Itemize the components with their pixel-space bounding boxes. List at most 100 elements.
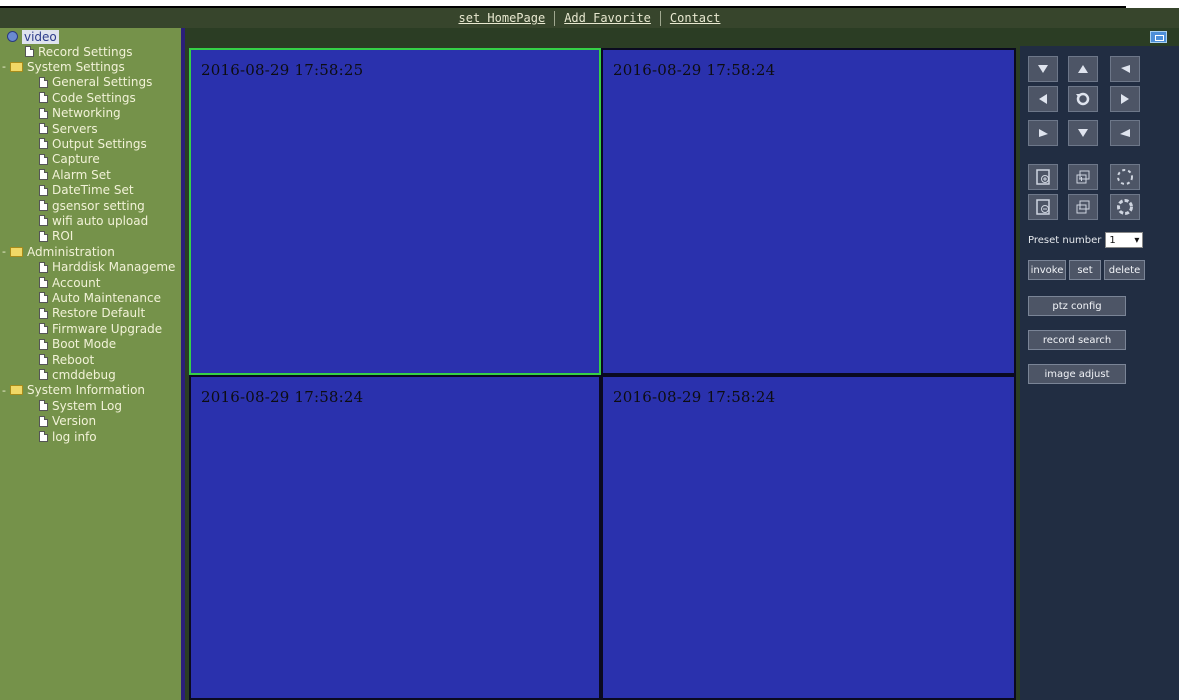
sidebar-item-label: log info <box>52 429 97 444</box>
iris-open-button[interactable] <box>1110 164 1140 190</box>
sidebar-item[interactable]: Alarm Set <box>39 167 111 182</box>
document-icon <box>39 307 48 319</box>
sidebar-item[interactable]: Version <box>39 414 96 429</box>
arrow-up-left-icon <box>1120 129 1130 137</box>
preset-number-select[interactable]: 1 ▾ <box>1105 232 1144 248</box>
sidebar-item[interactable]: System Log <box>39 398 122 413</box>
iris-close-button[interactable] <box>1110 194 1140 220</box>
document-icon <box>39 169 48 181</box>
sidebar-item[interactable]: Output Settings <box>39 136 147 151</box>
zoom-out-icon <box>1036 199 1050 215</box>
folder-icon <box>10 385 23 396</box>
invoke-button[interactable]: invoke <box>1028 260 1066 280</box>
sidebar-item-label: System Information <box>27 383 146 398</box>
tree-root-video[interactable]: video <box>7 29 59 44</box>
record-search-button[interactable]: record search <box>1028 330 1126 350</box>
sidebar-item-label: Restore Default <box>52 306 146 321</box>
set-button[interactable]: set <box>1069 260 1101 280</box>
pane-timestamp: 2016-08-29 17:58:24 <box>613 61 776 79</box>
video-area-header <box>185 28 1020 46</box>
pan-up-right-button[interactable] <box>1110 56 1140 82</box>
focus-near-button[interactable] <box>1068 164 1098 190</box>
sidebar-item[interactable]: Code Settings <box>39 90 136 105</box>
sidebar-item[interactable]: - System Settings <box>2 59 125 74</box>
focus-far-button[interactable] <box>1068 194 1098 220</box>
pan-left-button[interactable] <box>1028 86 1058 112</box>
image-adjust-button[interactable]: image adjust <box>1028 364 1126 384</box>
sidebar-item[interactable]: Restore Default <box>39 306 145 321</box>
sidebar-item[interactable]: Account <box>39 275 100 290</box>
collapse-toggle-icon[interactable]: - <box>2 60 6 73</box>
sidebar-item[interactable]: DateTime Set <box>39 183 134 198</box>
sidebar-item[interactable]: - Administration <box>2 244 115 259</box>
arrow-left-icon <box>1039 94 1047 104</box>
sidebar-item-label: gsensor setting <box>52 198 145 213</box>
iris-open-icon <box>1117 169 1133 185</box>
contact-link[interactable]: Contact <box>661 11 730 25</box>
sidebar-item[interactable]: Capture <box>39 152 100 167</box>
video-pane-3[interactable]: 2016-08-29 17:58:24 <box>189 375 601 700</box>
sidebar-item[interactable]: Record Settings <box>25 44 133 59</box>
sidebar-item-label: wifi auto upload <box>52 213 149 228</box>
sidebar-item[interactable]: gsensor setting <box>39 198 145 213</box>
pan-down-right-button[interactable] <box>1110 120 1140 146</box>
fullscreen-icon[interactable] <box>1150 31 1167 43</box>
ptz-control-panel: Preset number 1 ▾ invoke set delete ptz … <box>1020 28 1179 700</box>
focus-near-icon <box>1076 170 1090 184</box>
arrow-up-icon <box>1078 65 1088 73</box>
folder-icon <box>10 246 23 257</box>
zoom-out-button[interactable] <box>1028 194 1058 220</box>
preset-row: Preset number 1 ▾ <box>1028 232 1144 248</box>
collapse-toggle-icon[interactable]: - <box>2 245 6 258</box>
tilt-down-button[interactable] <box>1068 120 1098 146</box>
pan-down-left-button[interactable] <box>1028 120 1058 146</box>
sidebar-item-label: Reboot <box>52 352 95 367</box>
sidebar-item-label: Account <box>52 275 101 290</box>
ptz-config-button[interactable]: ptz config <box>1028 296 1126 316</box>
arrow-down-icon <box>1078 129 1088 137</box>
top-nav-bar: set HomePage Add Favorite Contact <box>0 8 1179 28</box>
auto-rotate-button[interactable] <box>1068 86 1098 112</box>
focus-far-icon <box>1076 200 1090 214</box>
sidebar-item[interactable]: Reboot <box>39 352 94 367</box>
tilt-up-button[interactable] <box>1068 56 1098 82</box>
preset-value: 1 <box>1109 234 1116 246</box>
document-icon <box>39 107 48 119</box>
set-homepage-link[interactable]: set HomePage <box>450 11 555 25</box>
video-pane-1[interactable]: 2016-08-29 17:58:25 <box>189 48 601 375</box>
sidebar-item[interactable]: Firmware Upgrade <box>39 321 162 336</box>
document-icon <box>39 138 48 150</box>
pan-up-left-button[interactable] <box>1028 56 1058 82</box>
sidebar-item[interactable]: - System Information <box>2 383 146 398</box>
sidebar-item-label: Harddisk Manageme <box>52 260 176 275</box>
sidebar-item[interactable]: Harddisk Manageme <box>39 260 175 275</box>
document-icon <box>39 92 48 104</box>
sidebar-item[interactable]: wifi auto upload <box>39 213 148 228</box>
add-favorite-link[interactable]: Add Favorite <box>555 11 660 25</box>
arrow-up-right-icon <box>1039 129 1048 137</box>
delete-button[interactable]: delete <box>1104 260 1145 280</box>
pan-right-button[interactable] <box>1110 86 1140 112</box>
sidebar-item-label: System Settings <box>27 59 125 74</box>
folder-icon <box>10 61 23 72</box>
sidebar-item[interactable]: Networking <box>39 106 121 121</box>
pane-timestamp: 2016-08-29 17:58:25 <box>201 61 364 79</box>
sidebar-item-label: Record Settings <box>38 44 133 59</box>
sidebar-item[interactable]: Servers <box>39 121 98 136</box>
sidebar-item[interactable]: log info <box>39 429 97 444</box>
sidebar-item-label: System Log <box>52 398 122 413</box>
sidebar-item[interactable]: Auto Maintenance <box>39 290 161 305</box>
sidebar-item[interactable]: ROI <box>39 229 73 244</box>
document-icon <box>39 230 48 242</box>
video-pane-2[interactable]: 2016-08-29 17:58:24 <box>601 48 1016 375</box>
sidebar-item[interactable]: Boot Mode <box>39 337 116 352</box>
video-pane-4[interactable]: 2016-08-29 17:58:24 <box>601 375 1016 700</box>
sidebar-item-label: General Settings <box>52 75 153 90</box>
sidebar-item[interactable]: cmddebug <box>39 367 116 382</box>
sidebar-item-label: Alarm Set <box>52 167 111 182</box>
arrow-right-icon <box>1121 94 1129 104</box>
sidebar-item[interactable]: General Settings <box>39 75 152 90</box>
sidebar-item-label: Auto Maintenance <box>52 290 161 305</box>
collapse-toggle-icon[interactable]: - <box>2 384 6 397</box>
zoom-in-button[interactable] <box>1028 164 1058 190</box>
